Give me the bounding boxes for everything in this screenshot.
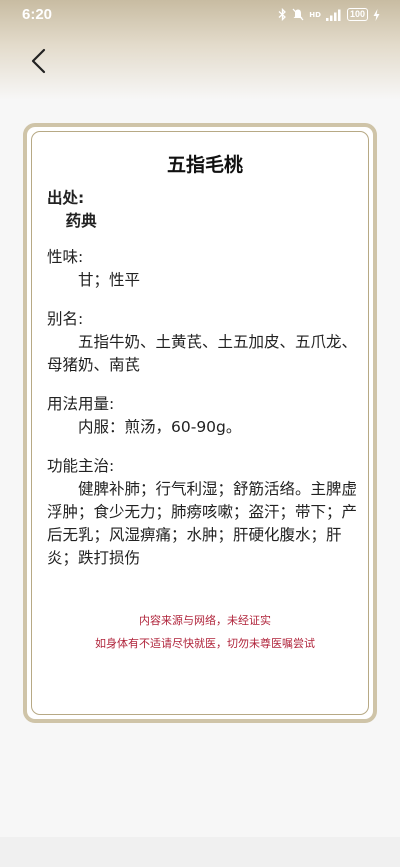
charging-icon bbox=[373, 8, 380, 21]
alias-value: 五指牛奶、土黄芪、土五加皮、五爪龙、母猪奶、南芪 bbox=[47, 333, 358, 374]
source-value: 药典 bbox=[65, 212, 97, 230]
mute-icon bbox=[292, 8, 304, 21]
usage-label: 用法用量: bbox=[47, 395, 115, 413]
header-background: 6:20 HD 100 bbox=[0, 0, 400, 100]
notice-source: 内容来源与网络，未经证实 bbox=[139, 614, 271, 627]
bluetooth-icon bbox=[278, 8, 287, 21]
battery-indicator: 100 bbox=[346, 8, 368, 21]
usage-value: 内服：煎汤，60-90g。 bbox=[78, 418, 242, 436]
status-time: 6:20 bbox=[22, 6, 53, 23]
nature-value: 甘；性平 bbox=[78, 271, 141, 289]
herb-title: 五指毛桃 bbox=[166, 154, 243, 176]
source-label: 出处: bbox=[47, 189, 85, 207]
function-value: 健脾补肺；行气利湿；舒筋活络。主脾虚浮肿；食少无力；肺痨咳嗽；盗汗；带下；产后无… bbox=[47, 480, 358, 567]
status-bar: 6:20 HD 100 bbox=[0, 0, 400, 32]
alias-label: 别名: bbox=[47, 310, 84, 328]
chevron-left-icon bbox=[31, 48, 46, 74]
status-icons: HD 100 bbox=[278, 8, 380, 21]
notice-medical: 如身体有不适请尽快就医，切勿未尊医嘱尝试 bbox=[95, 637, 315, 650]
herb-card: 五指毛桃 出处: 药典 性味: 甘；性平 别名: 五指牛奶、土黄芪、土五加皮、五… bbox=[23, 123, 377, 723]
nature-label: 性味: bbox=[47, 248, 84, 266]
back-button[interactable] bbox=[26, 46, 54, 76]
signal-strength-icon bbox=[325, 9, 341, 21]
herb-details: 出处: 药典 性味: 甘；性平 别名: 五指牛奶、土黄芪、土五加皮、五爪龙、母猪… bbox=[47, 187, 357, 570]
signal-hd-label: HD bbox=[309, 10, 321, 19]
function-label: 功能主治: bbox=[47, 457, 115, 475]
herb-card-inner-border: 五指毛桃 出处: 药典 性味: 甘；性平 别名: 五指牛奶、土黄芪、土五加皮、五… bbox=[31, 131, 369, 715]
bottom-area bbox=[0, 837, 400, 867]
